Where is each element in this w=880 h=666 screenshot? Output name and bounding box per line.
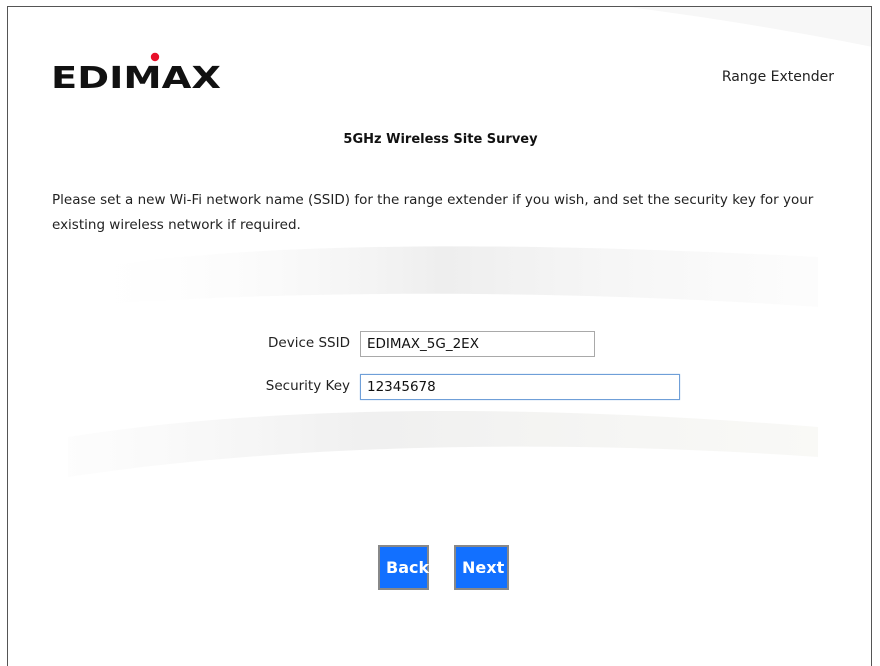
security-key-row: Security Key <box>8 374 871 400</box>
security-key-label: Security Key <box>265 378 350 394</box>
ssid-input[interactable] <box>360 331 595 357</box>
security-key-input[interactable] <box>360 374 680 400</box>
ssid-label: Device SSID <box>268 335 350 351</box>
product-name: Range Extender <box>721 69 834 85</box>
setup-wizard-frame: EDIMAX Range Extender 5GHz Wireless Site… <box>7 6 872 666</box>
next-button[interactable]: Next <box>454 545 509 590</box>
instructions-text: Please set a new Wi-Fi network name (SSI… <box>52 192 814 233</box>
page-title: 5GHz Wireless Site Survey <box>343 132 538 147</box>
svg-text:EDIMAX: EDIMAX <box>51 61 221 91</box>
back-button[interactable]: Back <box>378 545 429 590</box>
ssid-row: Device SSID <box>8 331 871 357</box>
edimax-logo: EDIMAX <box>51 52 221 91</box>
